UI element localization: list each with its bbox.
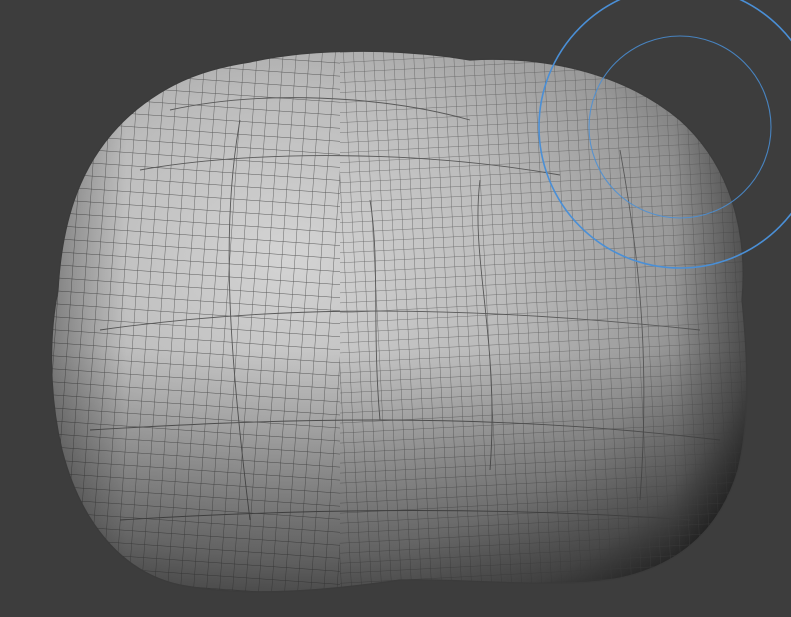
wireframe-overlay [51,51,747,592]
3d-viewport[interactable] [0,0,791,617]
sculpt-mesh[interactable] [40,40,760,600]
viewport-canvas[interactable] [0,0,791,617]
